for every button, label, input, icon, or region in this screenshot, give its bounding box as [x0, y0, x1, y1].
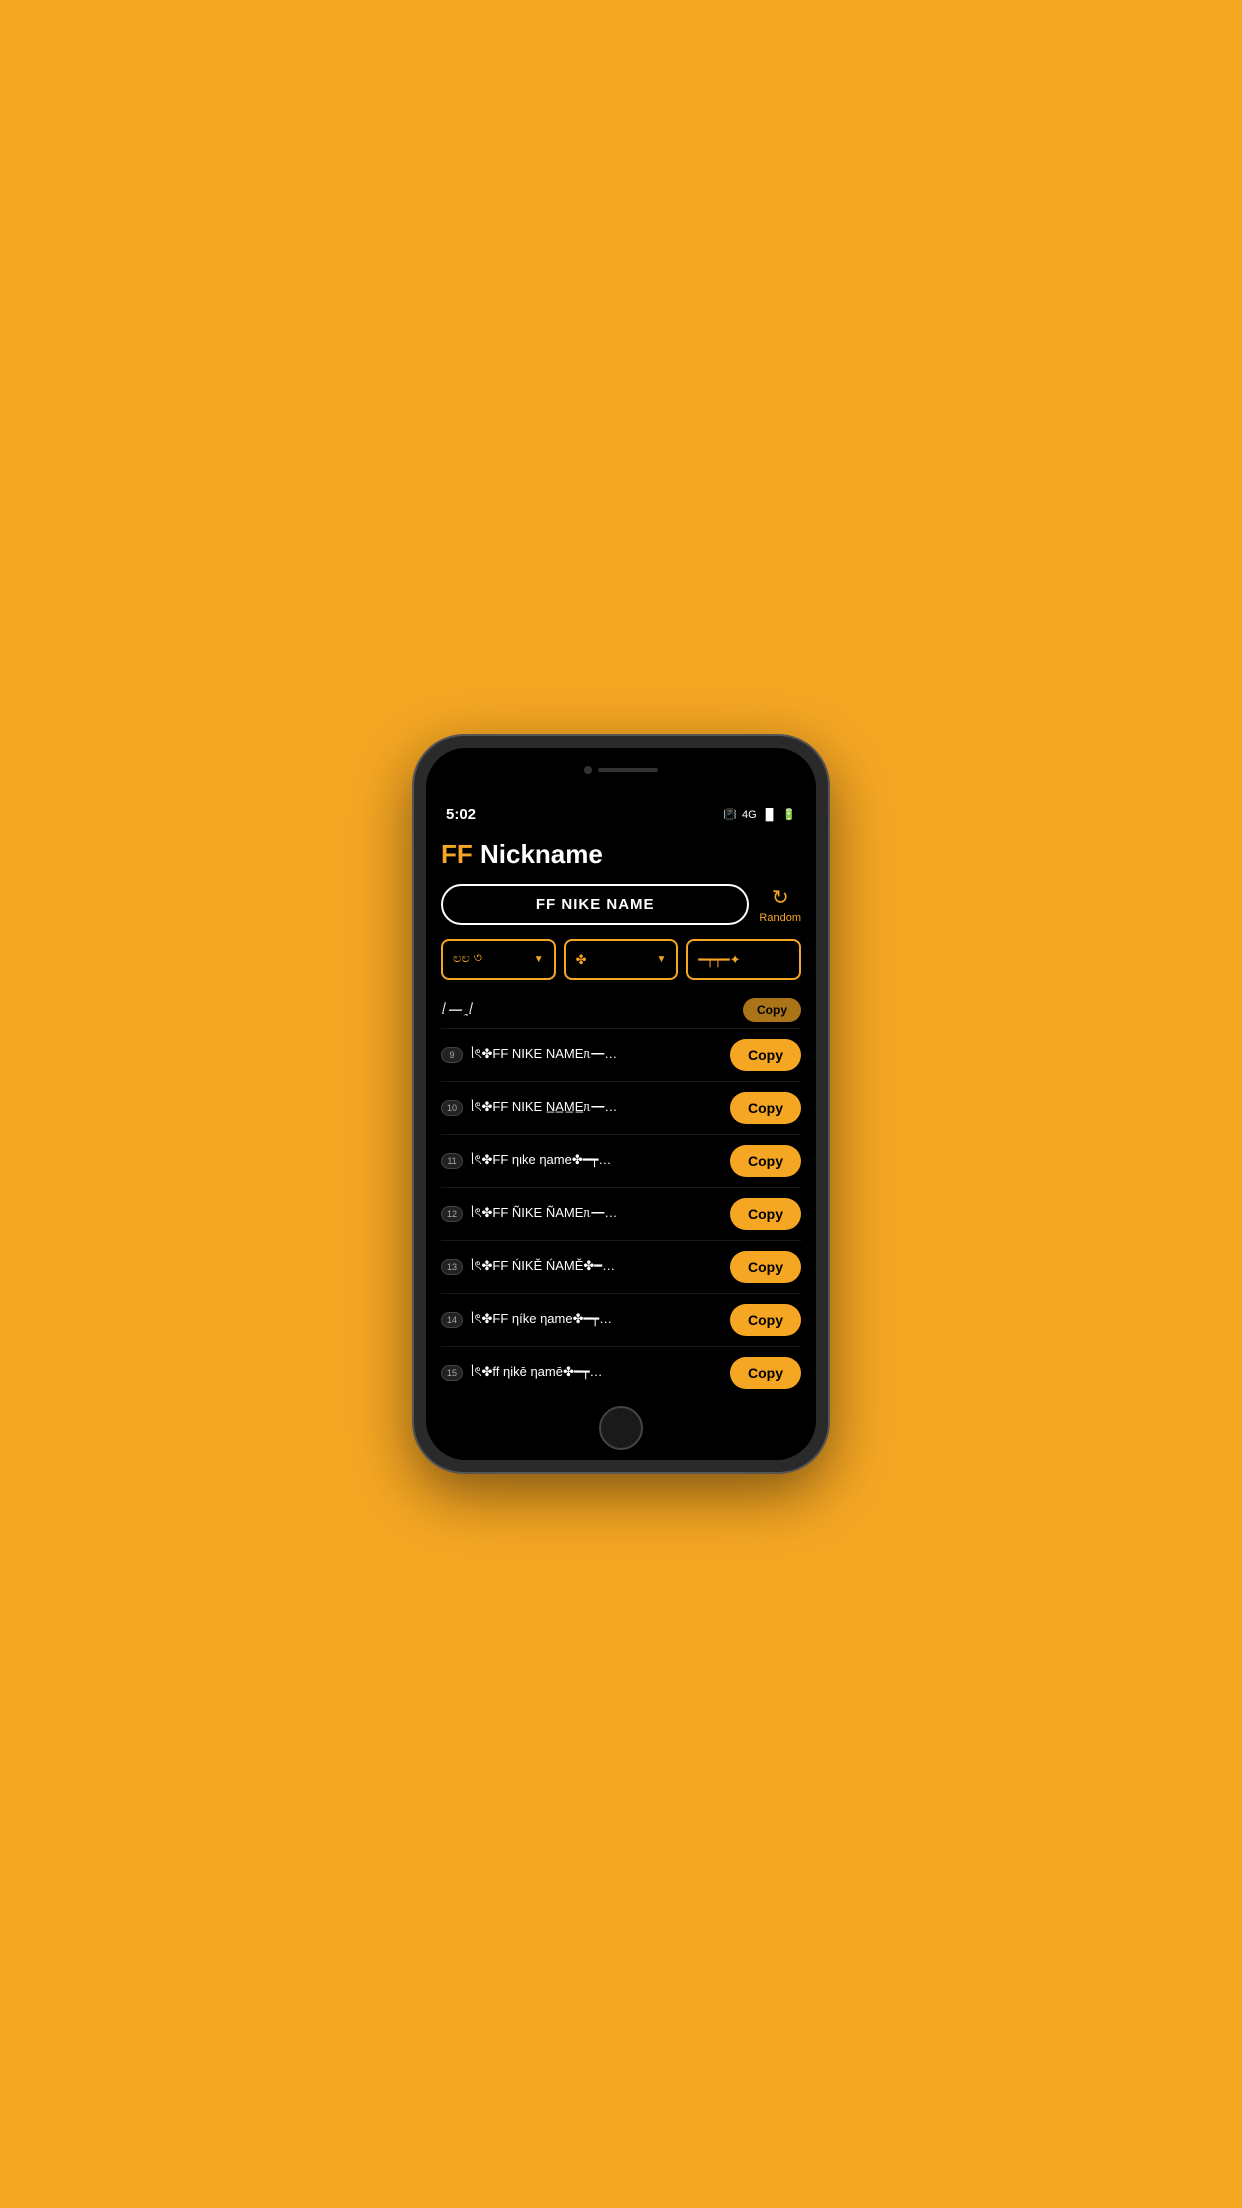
- app-header: FF Nickname: [441, 839, 801, 870]
- row-number: 9: [441, 1047, 463, 1063]
- table-row: 12 ᤲᥣ꡸ৎ✤FF ÑIKE ÑAMEᥰ━… Copy: [441, 1188, 801, 1241]
- dropdowns-row: ಲಲ ৩ ▼ ✤ ▼ ━┯┯━✦: [441, 939, 801, 980]
- home-button[interactable]: [599, 1406, 643, 1450]
- row-left: 11 ᤲᥣ꡸ৎ✤FF ηιke ηame✤━┯…: [441, 1151, 730, 1172]
- chevron-down-icon-2: ▼: [656, 954, 666, 965]
- random-button[interactable]: ↻ Random: [759, 885, 801, 924]
- dropdown-font-value: ಲಲ ৩: [453, 949, 482, 970]
- copy-button[interactable]: Copy: [730, 1198, 801, 1230]
- row-left: 15 ᤲᥣ꡸ৎ✤ff ηikē ηamē✤━┯…: [441, 1363, 730, 1384]
- row-left: 13 ᤲᥣ꡸ৎ✤FF ŃIKĚ ŃAMĚ✤━…: [441, 1257, 730, 1278]
- status-time: 5:02: [446, 806, 476, 823]
- table-row: 11 ᤲᥣ꡸ৎ✤FF ηιke ηame✤━┯… Copy: [441, 1135, 801, 1188]
- input-row: FF NIKE NAME ↻ Random: [441, 884, 801, 925]
- copy-button[interactable]: Copy: [730, 1304, 801, 1336]
- row-left: 12 ᤲᥣ꡸ৎ✤FF ÑIKE ÑAMEᥰ━…: [441, 1204, 730, 1225]
- nickname-text: ᤲᥣ꡸ৎ✤FF ηíke ηame✤━┯…: [471, 1310, 730, 1331]
- name-input[interactable]: FF NIKE NAME: [441, 884, 749, 925]
- nickname-text: ᤲᥣ꡸ৎ✤FF ÑIKE ÑAMEᥰ━…: [471, 1204, 730, 1225]
- partial-row: ᤲᥣ ━ ᤳᥣ Copy: [441, 992, 801, 1029]
- network-icon: 4G: [742, 809, 757, 821]
- row-number: 14: [441, 1312, 463, 1328]
- status-icons: 📳 4G ▐▌ 🔋: [723, 808, 796, 821]
- table-row: 9 ᤲᥣ꡸ৎ✤FF NIKE NAMEᥰ━… Copy: [441, 1029, 801, 1082]
- table-row: 13 ᤲᥣ꡸ৎ✤FF ŃIKĚ ŃAMĚ✤━… Copy: [441, 1241, 801, 1294]
- camera-notch: [584, 766, 658, 774]
- copy-button[interactable]: Copy: [730, 1039, 801, 1071]
- phone-screen: 5:02 📳 4G ▐▌ 🔋 FF Nickname FF NIKE NAME …: [426, 748, 816, 1460]
- row-number: 12: [441, 1206, 463, 1222]
- signal-icon: ▐▌: [762, 809, 778, 821]
- dropdown-font[interactable]: ಲಲ ৩ ▼: [441, 939, 556, 980]
- table-row: 10 ᤲᥣ꡸ৎ✤FF NIKE N̲A̲M̲E̲ᥰ━… Copy: [441, 1082, 801, 1135]
- dropdown-decoration-value: ━┯┯━✦: [698, 952, 740, 968]
- copy-button[interactable]: Copy: [730, 1251, 801, 1283]
- chevron-down-icon: ▼: [534, 954, 544, 965]
- title-nickname: Nickname: [473, 839, 603, 869]
- copy-button[interactable]: Copy: [730, 1092, 801, 1124]
- nickname-list: ᤲᥣ ━ ᤳᥣ Copy 9 ᤲᥣ꡸ৎ✤FF NIKE NAMEᥰ━… Copy…: [441, 992, 801, 1396]
- copy-button[interactable]: Copy: [730, 1145, 801, 1177]
- nickname-text: ᤲᥣ꡸ৎ✤FF ŃIKĚ ŃAMĚ✤━…: [471, 1257, 730, 1278]
- nickname-text: ᤲᥣ꡸ৎ✤ff ηikē ηamē✤━┯…: [471, 1363, 730, 1384]
- partial-copy-button[interactable]: Copy: [743, 998, 801, 1022]
- row-left: 14 ᤲᥣ꡸ৎ✤FF ηíke ηame✤━┯…: [441, 1310, 730, 1331]
- random-label: Random: [759, 912, 801, 924]
- nickname-text: ᤲᥣ꡸ৎ✤FF ηιke ηame✤━┯…: [471, 1151, 730, 1172]
- phone-device: 5:02 📳 4G ▐▌ 🔋 FF Nickname FF NIKE NAME …: [414, 736, 828, 1472]
- nickname-text: ᤲᥣ꡸ৎ✤FF NIKE N̲A̲M̲E̲ᥰ━…: [471, 1098, 730, 1119]
- dropdown-style[interactable]: ✤ ▼: [564, 939, 679, 980]
- speaker-icon: [598, 768, 658, 772]
- vibrate-icon: 📳: [723, 808, 737, 821]
- row-left: 9 ᤲᥣ꡸ৎ✤FF NIKE NAMEᥰ━…: [441, 1045, 730, 1066]
- partial-nickname-text: ᤲᥣ ━ ᤳᥣ: [441, 1002, 743, 1018]
- row-number: 15: [441, 1365, 463, 1381]
- home-button-area: [426, 1396, 816, 1460]
- screen-content[interactable]: FF Nickname FF NIKE NAME ↻ Random ಲಲ ৩ ▼…: [426, 829, 816, 1396]
- status-bar: 5:02 📳 4G ▐▌ 🔋: [426, 778, 816, 829]
- row-left: 10 ᤲᥣ꡸ৎ✤FF NIKE N̲A̲M̲E̲ᥰ━…: [441, 1098, 730, 1119]
- camera-icon: [584, 766, 592, 774]
- row-number: 11: [441, 1153, 463, 1169]
- dropdown-decoration[interactable]: ━┯┯━✦: [686, 939, 801, 980]
- app-title: FF Nickname: [441, 839, 801, 870]
- table-row: 15 ᤲᥣ꡸ৎ✤ff ηikē ηamē✤━┯… Copy: [441, 1347, 801, 1396]
- table-row: 14 ᤲᥣ꡸ৎ✤FF ηíke ηame✤━┯… Copy: [441, 1294, 801, 1347]
- random-icon: ↻: [772, 885, 789, 910]
- row-number: 13: [441, 1259, 463, 1275]
- battery-icon: 🔋: [782, 808, 796, 821]
- dropdown-style-value: ✤: [576, 952, 587, 968]
- nickname-text: ᤲᥣ꡸ৎ✤FF NIKE NAMEᥰ━…: [471, 1045, 730, 1066]
- row-number: 10: [441, 1100, 463, 1116]
- title-ff: FF: [441, 839, 473, 869]
- copy-button[interactable]: Copy: [730, 1357, 801, 1389]
